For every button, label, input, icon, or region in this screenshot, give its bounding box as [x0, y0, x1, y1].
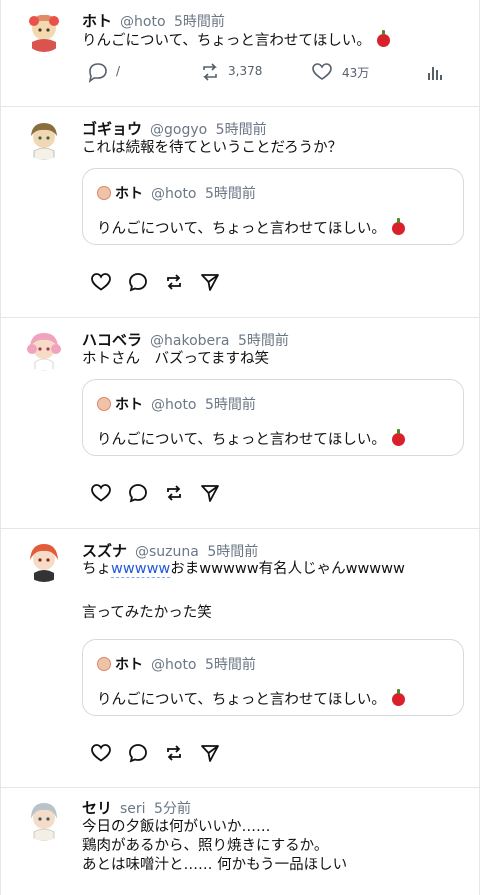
apple-emoji — [376, 30, 390, 47]
reply-count: / — [116, 64, 121, 78]
avatar-hakobera[interactable] — [22, 327, 66, 371]
timestamp: 5分前 — [154, 801, 191, 817]
display-name[interactable]: ゴギョウ — [82, 120, 142, 138]
post-text: りんごについて、ちょっと言わせてほしい。 — [82, 30, 390, 51]
post-text: ちょwwwwwおまwwwww有名人じゃんwwwww — [82, 560, 405, 579]
quoted-post-header: ホト @hoto 5時間前 — [97, 654, 256, 674]
reply-icon[interactable] — [87, 61, 109, 83]
quoted-name: ホト — [115, 186, 143, 202]
avatar-gogyo[interactable] — [22, 116, 66, 160]
quoted-name: ホト — [115, 397, 143, 413]
quoted-text-content: りんごについて、ちょっと言わせてほしい。 — [97, 432, 386, 448]
post-text-line2: 言ってみたかった笑 — [82, 605, 212, 621]
post-text: ホトさん バズってますね笑 — [82, 351, 270, 367]
divider — [0, 317, 480, 318]
user-handle[interactable]: @suzuna — [135, 544, 199, 560]
quoted-avatar — [97, 186, 111, 200]
retweet-count: 3,378 — [228, 64, 263, 78]
quoted-text: りんごについて、ちょっと言わせてほしい。 — [97, 428, 405, 449]
timestamp: 5時間前 — [237, 333, 289, 349]
avatar-suzuna[interactable] — [22, 538, 66, 582]
quoted-time: 5時間前 — [204, 657, 256, 673]
apple-emoji — [391, 218, 405, 235]
quoted-text: りんごについて、ちょっと言わせてほしい。 — [97, 217, 405, 238]
send-icon[interactable] — [199, 482, 221, 504]
stats-icon[interactable] — [424, 61, 446, 83]
quoted-post-header: ホト @hoto 5時間前 — [97, 183, 256, 203]
post-header: ゴギョウ @gogyo 5時間前 — [82, 118, 267, 139]
repeat-icon[interactable] — [163, 271, 185, 293]
quoted-avatar — [97, 657, 111, 671]
post-text-post: おまwwwww有名人じゃんwwwww — [170, 561, 405, 577]
quoted-post[interactable]: ホト @hoto 5時間前 りんごについて、ちょっと言わせてほしい。 — [82, 168, 464, 245]
post-header: ハコベラ @hakobera 5時間前 — [82, 329, 289, 350]
quoted-handle: @hoto — [151, 186, 197, 202]
quoted-text: りんごについて、ちょっと言わせてほしい。 — [97, 688, 405, 709]
heart-icon[interactable] — [90, 271, 112, 293]
avatar-hoto[interactable] — [22, 8, 66, 52]
divider — [0, 528, 480, 529]
quoted-handle: @hoto — [151, 397, 197, 413]
display-name[interactable]: セリ — [82, 799, 112, 817]
post-text-pre: ちょ — [82, 561, 111, 577]
like-count: 43万 — [342, 66, 370, 80]
divider — [0, 787, 480, 788]
post-header: ホト @hoto 5時間前 — [82, 10, 225, 31]
send-icon[interactable] — [199, 742, 221, 764]
quoted-post[interactable]: ホト @hoto 5時間前 りんごについて、ちょっと言わせてほしい。 — [82, 379, 464, 456]
repeat-icon[interactable] — [163, 482, 185, 504]
quoted-time: 5時間前 — [204, 397, 256, 413]
display-name[interactable]: ハコベラ — [82, 331, 142, 349]
avatar-seri[interactable] — [22, 797, 66, 841]
send-icon[interactable] — [199, 271, 221, 293]
quoted-post-header: ホト @hoto 5時間前 — [97, 394, 256, 414]
timestamp: 5時間前 — [215, 122, 267, 138]
bubble-icon[interactable] — [127, 482, 149, 504]
apple-emoji — [391, 429, 405, 446]
post-header: セリ seri 5分前 — [82, 797, 191, 818]
bubble-icon[interactable] — [127, 742, 149, 764]
quoted-text-content: りんごについて、ちょっと言わせてほしい。 — [97, 221, 386, 237]
heart-icon[interactable] — [90, 482, 112, 504]
heart-icon[interactable] — [90, 742, 112, 764]
user-handle[interactable]: seri — [120, 801, 146, 817]
user-handle[interactable]: @hakobera — [150, 333, 229, 349]
display-name[interactable]: ホト — [82, 12, 112, 30]
post-text: これは続報を待てということだろうか？ — [82, 140, 343, 156]
bubble-icon[interactable] — [127, 271, 149, 293]
quoted-time: 5時間前 — [204, 186, 256, 202]
timestamp: 5時間前 — [173, 14, 225, 30]
quoted-post[interactable]: ホト @hoto 5時間前 りんごについて、ちょっと言わせてほしい。 — [82, 639, 464, 716]
post-text-line: あとは味噌汁と…… 何かもう一品ほしい — [82, 857, 348, 873]
retweet-icon[interactable] — [199, 61, 221, 83]
apple-emoji — [391, 689, 405, 706]
quoted-name: ホト — [115, 657, 143, 673]
like-icon[interactable] — [311, 61, 333, 83]
timestamp: 5時間前 — [207, 544, 259, 560]
quoted-handle: @hoto — [151, 657, 197, 673]
quoted-text-content: りんごについて、ちょっと言わせてほしい。 — [97, 692, 386, 708]
post-text-line: 鶏肉があるから、照り焼きにするか。 — [82, 838, 329, 854]
post-text-content: りんごについて、ちょっと言わせてほしい。 — [82, 33, 371, 49]
display-name[interactable]: スズナ — [82, 542, 127, 560]
repeat-icon[interactable] — [163, 742, 185, 764]
post-text-line: 今日の夕飯は何がいいか…… — [82, 819, 271, 835]
divider — [0, 106, 480, 107]
post-header: スズナ @suzuna 5時間前 — [82, 540, 258, 561]
quoted-avatar — [97, 397, 111, 411]
user-handle[interactable]: @hoto — [120, 14, 166, 30]
user-handle[interactable]: @gogyo — [150, 122, 207, 138]
highlighted-word-link[interactable]: wwwww — [111, 561, 171, 578]
left-border — [0, 0, 1, 895]
